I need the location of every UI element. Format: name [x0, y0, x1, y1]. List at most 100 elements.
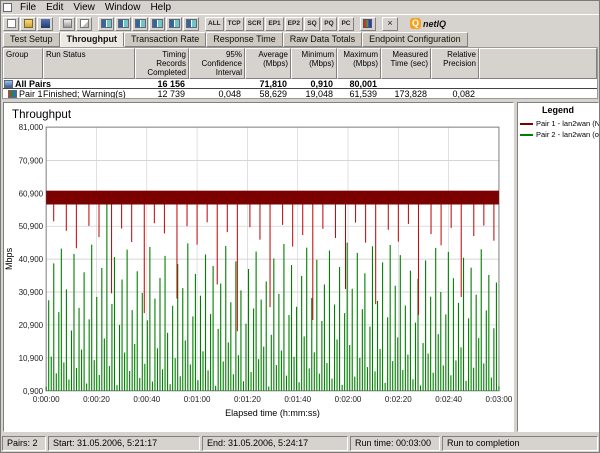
- menu-file[interactable]: File: [15, 2, 41, 14]
- copy-icon: [80, 19, 89, 28]
- toolbar: ALLTCPSCREP1EP2SQPQPC Q netIQ: [1, 14, 599, 32]
- view-toggle-5-icon: [169, 19, 180, 28]
- netiq-q-icon: Q: [410, 18, 421, 29]
- toolbar-filter-ep1[interactable]: EP1: [265, 17, 283, 31]
- svg-text:0:01:20: 0:01:20: [234, 395, 261, 404]
- chart-panel: Throughput81,00070,90060,90050,90040,900…: [3, 102, 514, 432]
- close-view-button[interactable]: [382, 17, 398, 31]
- run-status-cell: Finished; Warning(s): [43, 89, 135, 99]
- menu-bar: FileEditViewWindowHelp: [1, 1, 599, 14]
- toolbar-filter-ep2[interactable]: EP2: [285, 17, 303, 31]
- view-toggle-6-button[interactable]: [183, 17, 199, 31]
- toolbar-group: [3, 17, 53, 31]
- new-test-icon: [7, 19, 16, 28]
- toolbar-filter-all[interactable]: ALL: [205, 17, 224, 31]
- value-cell: [381, 79, 431, 89]
- legend-item-pair-2-lan2wan-o[interactable]: Pair 2 - lan2wan (o): [518, 129, 598, 140]
- table-row-pair-1[interactable]: Pair 1Finished; Warning(s)12 7390,04858,…: [3, 89, 597, 99]
- legend-line-swatch: [520, 134, 533, 136]
- column-header-timing-records[interactable]: Timing Records Completed: [135, 48, 189, 79]
- view-toggle-4-icon: [152, 19, 163, 28]
- svg-text:40,900: 40,900: [19, 255, 44, 264]
- tab-endpoint-configuration[interactable]: Endpoint Configuration: [362, 32, 468, 47]
- tab-bar: Test SetupThroughputTransaction RateResp…: [3, 32, 599, 47]
- column-header-95-confidence[interactable]: 95% Confidence Interval: [189, 48, 245, 79]
- save-test-button[interactable]: [37, 17, 53, 31]
- legend-label: Pair 1 - lan2wan (N): [536, 119, 600, 128]
- toolbar-group: ALLTCPSCREP1EP2SQPQPC: [205, 17, 354, 31]
- filler-cell: [479, 79, 597, 89]
- status-cell-2: End: 31.05.2006, 5:24:17: [202, 436, 348, 451]
- svg-text:0:03:00: 0:03:00: [486, 395, 513, 404]
- toolbar-filter-tcp[interactable]: TCP: [225, 17, 244, 31]
- new-test-button[interactable]: [3, 17, 19, 31]
- svg-text:Mbps: Mbps: [4, 247, 14, 270]
- copy-button[interactable]: [76, 17, 92, 31]
- netiq-logo-text: netIQ: [423, 19, 446, 29]
- toolbar-filter-pc[interactable]: PC: [338, 17, 354, 31]
- svg-text:0:00:00: 0:00:00: [33, 395, 60, 404]
- run-status-cell: [43, 79, 135, 89]
- all-pairs-icon: [4, 80, 13, 88]
- svg-text:Elapsed time (h:mm:ss): Elapsed time (h:mm:ss): [225, 408, 320, 418]
- legend-line-swatch: [520, 123, 533, 125]
- tab-raw-data-totals[interactable]: Raw Data Totals: [283, 32, 362, 47]
- close-view-icon: [385, 19, 394, 28]
- menu-window[interactable]: Window: [100, 2, 146, 14]
- netiq-logo: Q netIQ: [410, 18, 446, 29]
- column-header-filler: [479, 48, 597, 79]
- menu-view[interactable]: View: [68, 2, 100, 14]
- results-table-header: GroupRun StatusTiming Records Completed9…: [3, 48, 597, 79]
- view-toggle-4-button[interactable]: [149, 17, 165, 31]
- column-header-measured[interactable]: Measured Time (sec): [381, 48, 431, 79]
- toolbar-filter-scr[interactable]: SCR: [245, 17, 265, 31]
- value-cell: [189, 79, 245, 89]
- view-toggle-5-button[interactable]: [166, 17, 182, 31]
- chart-title: Throughput: [12, 109, 72, 121]
- value-cell: 0,910: [291, 79, 337, 89]
- view-toggle-2-button[interactable]: [115, 17, 131, 31]
- svg-text:0:00:40: 0:00:40: [133, 395, 160, 404]
- svg-text:50,900: 50,900: [19, 222, 44, 231]
- column-header-relative[interactable]: Relative Precision: [431, 48, 479, 79]
- view-toggle-3-button[interactable]: [132, 17, 148, 31]
- status-cell-1: Start: 31.05.2006, 5:21:17: [48, 436, 200, 451]
- menu-help[interactable]: Help: [145, 2, 176, 14]
- open-test-button[interactable]: [20, 17, 36, 31]
- group-cell: Pair 1: [3, 89, 43, 99]
- throughput-chart: Throughput81,00070,90060,90050,90040,900…: [4, 103, 513, 431]
- svg-text:20,900: 20,900: [19, 321, 44, 330]
- legend-items: Pair 1 - lan2wan (N)Pair 2 - lan2wan (o): [518, 118, 598, 140]
- svg-text:10,900: 10,900: [19, 354, 44, 363]
- chart-view-button[interactable]: [360, 17, 376, 31]
- open-test-icon: [24, 19, 33, 28]
- legend-item-pair-1-lan2wan-n[interactable]: Pair 1 - lan2wan (N): [518, 118, 598, 129]
- print-button[interactable]: [59, 17, 75, 31]
- chart-view-icon: [363, 19, 372, 28]
- view-toggle-6-icon: [186, 19, 197, 28]
- view-toggle-1-icon: [101, 19, 112, 28]
- tab-throughput[interactable]: Throughput: [60, 32, 124, 47]
- toolbar-filter-pq[interactable]: PQ: [321, 17, 337, 31]
- table-row-all-pairs[interactable]: All Pairs16 15671,8100,91080,001: [3, 79, 597, 89]
- value-cell: 173,828: [381, 89, 431, 99]
- tab-test-setup[interactable]: Test Setup: [3, 32, 60, 47]
- column-header-run-status[interactable]: Run Status: [43, 48, 135, 79]
- group-label: Pair 1: [19, 89, 43, 99]
- status-cell-4: Run to completion: [442, 436, 598, 451]
- main-content: Throughput81,00070,90060,90050,90040,900…: [1, 102, 599, 435]
- save-test-icon: [41, 19, 50, 28]
- column-header-average[interactable]: Average (Mbps): [245, 48, 291, 79]
- tab-transaction-rate[interactable]: Transaction Rate: [124, 32, 206, 47]
- column-header-group[interactable]: Group: [3, 48, 43, 79]
- menu-edit[interactable]: Edit: [41, 2, 68, 14]
- value-cell: 58,629: [245, 89, 291, 99]
- column-header-minimum[interactable]: Minimum (Mbps): [291, 48, 337, 79]
- print-icon: [63, 19, 72, 28]
- toolbar-group: [98, 17, 199, 31]
- toolbar-filter-sq[interactable]: SQ: [304, 17, 320, 31]
- svg-text:0:02:20: 0:02:20: [385, 395, 412, 404]
- column-header-maximum[interactable]: Maximum (Mbps): [337, 48, 381, 79]
- tab-response-time[interactable]: Response Time: [206, 32, 283, 47]
- view-toggle-1-button[interactable]: [98, 17, 114, 31]
